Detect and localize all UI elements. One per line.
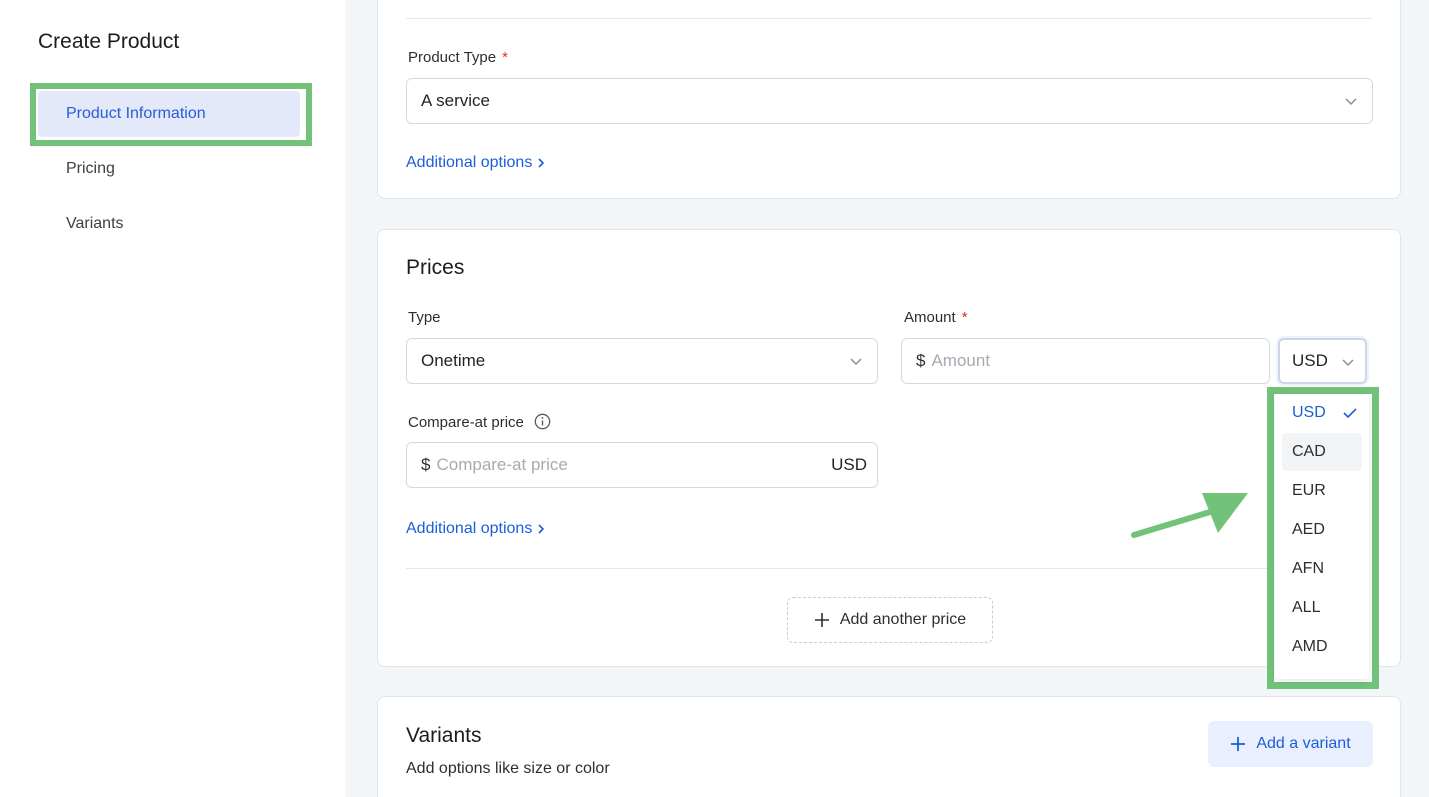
required-mark: * <box>961 309 968 326</box>
product-type-select[interactable]: A service <box>406 78 1373 124</box>
currency-option-eur[interactable]: EUR <box>1282 472 1362 510</box>
checkmark-icon <box>1343 408 1357 419</box>
chevron-down-icon <box>850 358 862 366</box>
currency-option-amd[interactable]: AMD <box>1282 628 1362 666</box>
compare-at-price-label: Compare-at price <box>408 413 551 431</box>
sidebar-item-pricing[interactable]: Pricing <box>38 146 300 192</box>
additional-options-text: Additional options <box>406 154 533 171</box>
sidebar: Create Product Product Information Prici… <box>0 0 345 797</box>
price-type-value: Onetime <box>421 351 486 370</box>
price-type-select[interactable]: Onetime <box>406 338 878 384</box>
divider <box>406 568 1372 569</box>
prices-card: Prices Type Onetime Amount * $ Amount USD… <box>377 229 1401 667</box>
plus-icon <box>814 613 829 627</box>
price-type-label: Type <box>408 309 441 326</box>
variants-subtitle: Add options like size or color <box>406 760 610 777</box>
currency-select[interactable]: USD <box>1278 338 1367 384</box>
additional-options-link[interactable]: Additional options <box>406 154 546 172</box>
additional-options-text: Additional options <box>406 520 533 537</box>
divider <box>406 18 1372 19</box>
add-variant-label: Add a variant <box>1256 735 1351 752</box>
variants-card: Variants Add options like size or color … <box>377 696 1401 797</box>
variants-title: Variants <box>406 724 482 747</box>
sidebar-item-product-information[interactable]: Product Information <box>38 91 300 137</box>
prices-title: Prices <box>406 256 465 279</box>
currency-option-usd[interactable]: USD <box>1282 394 1362 432</box>
product-type-label: Product Type * <box>408 49 508 66</box>
compare-at-price-input[interactable]: $ Compare-at price USD <box>406 442 878 488</box>
required-mark: * <box>502 49 508 66</box>
compare-at-price-placeholder: Compare-at price <box>436 455 568 474</box>
sidebar-title: Create Product <box>38 30 180 53</box>
currency-option-cad[interactable]: CAD <box>1282 433 1362 471</box>
amount-input[interactable]: $ Amount <box>901 338 1270 384</box>
amount-label: Amount * <box>904 309 968 326</box>
currency-option-afn[interactable]: AFN <box>1282 550 1362 588</box>
currency-suffix: USD <box>831 455 867 474</box>
product-information-card: Product Type * A service Additional optio… <box>377 0 1401 199</box>
info-icon[interactable] <box>534 413 551 430</box>
amount-label-text: Amount <box>904 309 956 326</box>
currency-option-aed[interactable]: AED <box>1282 511 1362 549</box>
chevron-down-icon <box>1342 359 1354 367</box>
product-type-value: A service <box>421 91 490 110</box>
currency-symbol: $ <box>916 351 926 370</box>
chevron-right-icon <box>538 524 545 534</box>
currency-select-value: USD <box>1292 351 1328 370</box>
product-type-label-text: Product Type <box>408 49 497 66</box>
amount-placeholder: Amount <box>931 351 991 370</box>
add-another-price-label: Add another price <box>839 611 967 628</box>
currency-option-all[interactable]: ALL <box>1282 589 1362 627</box>
currency-option-label: USD <box>1292 404 1326 421</box>
plus-icon <box>1231 737 1246 751</box>
currency-dropdown-menu: USD CAD EUR AED AFN ALL AMD <box>1275 394 1369 679</box>
chevron-down-icon <box>1345 98 1357 106</box>
add-another-price-button[interactable]: Add another price <box>787 597 993 643</box>
sidebar-item-variants[interactable]: Variants <box>38 201 300 247</box>
compare-at-price-label-text: Compare-at price <box>408 414 524 431</box>
additional-options-link[interactable]: Additional options <box>406 520 546 538</box>
add-variant-button[interactable]: Add a variant <box>1208 721 1373 767</box>
currency-symbol: $ <box>421 455 431 474</box>
annotation-arrow-icon <box>1131 493 1248 538</box>
chevron-right-icon <box>538 158 545 168</box>
